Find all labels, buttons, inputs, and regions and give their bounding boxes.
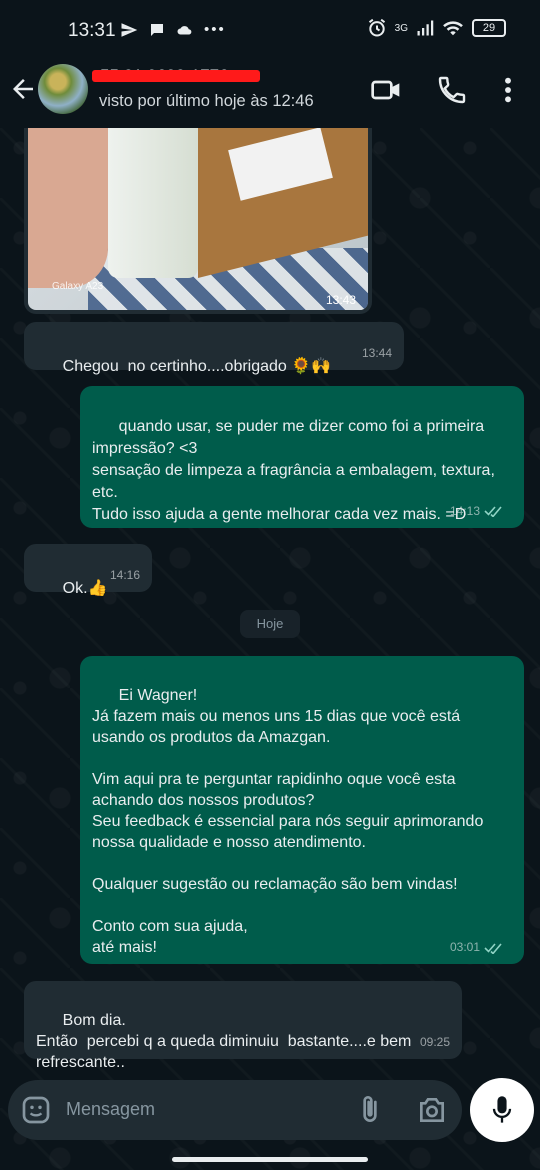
message-time: 13:44	[361, 346, 392, 360]
message-meta: 13:44	[362, 343, 392, 364]
message-meta: 09:25	[420, 1032, 450, 1053]
read-receipt-icon	[484, 942, 502, 954]
mic-button[interactable]	[470, 1078, 534, 1142]
more-dots-icon: •••	[204, 21, 226, 38]
status-system-icons: 3G 29	[367, 18, 506, 38]
alarm-icon	[368, 18, 385, 37]
message-time: 03:01	[449, 940, 480, 954]
redaction-mark	[92, 70, 260, 82]
outgoing-message[interactable]: Ei Wagner! Já fazem mais ou menos uns 15…	[80, 656, 524, 964]
incoming-message[interactable]: Bom dia. Então percebi q a queda diminui…	[24, 981, 462, 1071]
camera-watermark: Galaxy A23	[52, 281, 104, 292]
message-time: 14:16	[109, 568, 140, 582]
last-seen-status: visto por último hoje às 12:46	[99, 92, 314, 110]
photo-bottle	[108, 128, 198, 278]
message-time: 14:13	[449, 504, 480, 518]
message-input[interactable]: Mensagem	[66, 1099, 155, 1120]
message-meta: 14:16	[110, 565, 140, 586]
message-text: Bom dia. Então percebi q a queda diminui…	[36, 1012, 412, 1071]
wifi-icon	[443, 21, 463, 36]
sticker-icon[interactable]	[20, 1094, 52, 1126]
more-options-icon[interactable]	[496, 74, 520, 106]
outgoing-message[interactable]: quando usar, se puder me dizer como foi …	[80, 386, 524, 528]
message-text: quando usar, se puder me dizer como foi …	[92, 418, 495, 523]
message-time: 13:43	[325, 293, 356, 307]
message-list[interactable]: Galaxy A23 13:43 Chegou no certinho....o…	[0, 128, 540, 1078]
incoming-message[interactable]: Ok.👍 14:16	[24, 544, 152, 597]
video-call-icon[interactable]	[370, 74, 402, 106]
back-arrow-icon[interactable]	[8, 74, 38, 104]
message-composer: Mensagem	[8, 1080, 462, 1140]
image-message[interactable]: Galaxy A23 13:43	[24, 128, 372, 314]
whatsapp-chat-screen: 13:31 ••• 3G 29 55 21 9682-1776 visto po…	[0, 0, 540, 1170]
read-receipt-icon	[484, 506, 502, 517]
product-photo[interactable]: Galaxy A23 13:43	[28, 128, 368, 310]
camera-icon[interactable]	[416, 1094, 448, 1126]
chat-icon	[151, 24, 163, 36]
message-meta: 14:13	[450, 500, 504, 522]
cloud-icon	[177, 26, 192, 35]
message-text: Ok.👍	[62, 580, 108, 597]
status-time: 13:31	[68, 20, 116, 41]
attach-icon[interactable]	[354, 1094, 386, 1126]
chat-header: 55 21 9682-1776 visto por último hoje às…	[0, 62, 540, 128]
network-type: 3G	[394, 22, 408, 34]
contact-avatar[interactable]	[38, 64, 88, 114]
voice-call-icon[interactable]	[436, 74, 468, 106]
message-time: 09:25	[419, 1035, 450, 1049]
status-notification-icons: •••	[120, 21, 226, 39]
message-meta: 03:01	[450, 937, 504, 958]
mic-icon	[492, 1096, 512, 1123]
incoming-message[interactable]: Chegou no certinho....obrigado 🌻🙌 13:44	[24, 322, 404, 375]
battery-indicator: 29	[472, 19, 506, 37]
battery-level: 29	[482, 22, 496, 34]
message-text: Ei Wagner! Já fazem mais ou menos uns 15…	[92, 687, 484, 956]
send-icon	[121, 23, 138, 37]
home-indicator[interactable]	[172, 1157, 368, 1162]
photo-hand	[28, 128, 108, 288]
status-bar: 13:31 ••• 3G 29	[0, 0, 540, 62]
signal-icon	[417, 20, 434, 36]
date-divider: Hoje	[240, 610, 300, 638]
message-text: Chegou no certinho....obrigado 🌻🙌	[62, 358, 332, 375]
